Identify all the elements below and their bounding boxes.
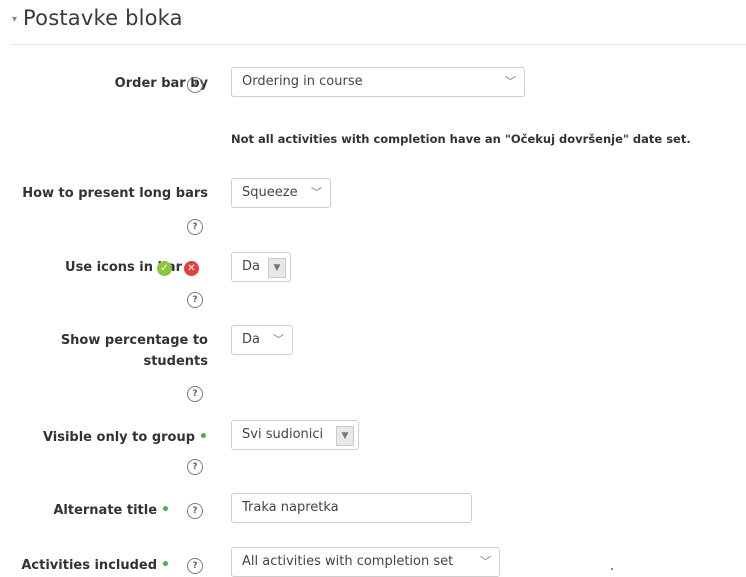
chevron-down-icon: ﹀ [505, 75, 516, 88]
long-bars-label: How to present long bars [22, 186, 208, 201]
use-icons-select[interactable]: Da ▼ [231, 252, 291, 282]
chevron-down-icon: ﹀ [273, 333, 284, 346]
order-bar-by-help-icon[interactable]: ? [187, 77, 203, 93]
visible-group-help-icon[interactable]: ? [187, 459, 203, 475]
chevron-down-icon: ﹀ [480, 555, 491, 568]
order-bar-by-value: Ordering in course [242, 74, 363, 89]
use-icons-help-icon[interactable]: ? [187, 292, 203, 308]
show-percentage-label-line2: students [143, 354, 208, 369]
check-icon: ✓ [157, 261, 172, 276]
activities-included-label: Activities included [21, 558, 158, 573]
activities-included-value: All activities with completion set [242, 554, 454, 569]
use-icons-value: Da [242, 259, 260, 274]
activities-included-label-wrap: Activities included • [21, 555, 170, 576]
stray-dot [611, 568, 613, 570]
visible-group-label-wrap: Visible only to group • [43, 427, 208, 448]
collapse-caret-icon[interactable]: ▾ [12, 14, 17, 25]
long-bars-select[interactable]: Squeeze ﹀ [231, 178, 331, 208]
dropdown-arrow-icon: ▼ [268, 258, 286, 278]
long-bars-help-icon[interactable]: ? [187, 219, 203, 235]
chevron-down-icon: ﹀ [311, 186, 322, 199]
activities-included-select[interactable]: All activities with completion set ﹀ [231, 547, 500, 577]
alternate-title-label: Alternate title [53, 503, 158, 518]
section-title[interactable]: Postavke bloka [23, 6, 183, 30]
show-percentage-label-line1: Show percentage to [60, 333, 208, 348]
visible-group-value: Svi sudionici [242, 427, 324, 442]
order-bar-by-select[interactable]: Ordering in course ﹀ [231, 67, 525, 97]
show-percentage-help-icon[interactable]: ? [187, 386, 203, 402]
dropdown-arrow-icon: ▼ [336, 426, 354, 446]
visible-group-select[interactable]: Svi sudionici ▼ [231, 420, 359, 450]
advanced-marker: • [199, 429, 208, 445]
cross-icon: ✕ [184, 261, 199, 276]
show-percentage-select[interactable]: Da ﹀ [231, 325, 293, 355]
show-percentage-value: Da [242, 332, 260, 347]
header-divider [12, 44, 746, 45]
long-bars-value: Squeeze [242, 185, 298, 200]
alternate-title-label-wrap: Alternate title • [53, 500, 170, 521]
completion-note: Not all activities with completion have … [231, 132, 691, 146]
alternate-title-input[interactable]: Traka napretka [231, 493, 472, 523]
alternate-title-help-icon[interactable]: ? [187, 503, 203, 519]
visible-group-label: Visible only to group [42, 430, 196, 445]
advanced-marker: • [161, 502, 170, 518]
advanced-marker: • [161, 557, 170, 573]
section-header[interactable]: ▾ Postavke bloka [12, 6, 183, 30]
activities-included-help-icon[interactable]: ? [187, 558, 203, 574]
